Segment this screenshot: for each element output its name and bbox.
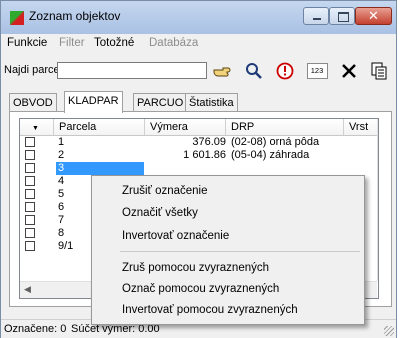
- tab-kladpar[interactable]: KLADPAR: [64, 91, 123, 113]
- numbering-button[interactable]: 123: [305, 60, 329, 82]
- vymera-cell: 1 601.86: [183, 149, 226, 161]
- menu-item-zrus-zvyraznenych[interactable]: Zruš pomocou zvyraznených: [122, 262, 269, 274]
- row-checkbox[interactable]: [25, 202, 35, 212]
- close-icon: ✕: [368, 8, 379, 23]
- vymera-cell: [147, 162, 226, 175]
- row-checkbox[interactable]: [25, 176, 35, 186]
- menu-totozne[interactable]: Totožné: [94, 37, 134, 49]
- drp-cell: (02-08) orná pôda: [231, 136, 320, 148]
- column-header-parcela[interactable]: Parcela: [54, 119, 145, 135]
- search-input[interactable]: [57, 62, 207, 79]
- table-row[interactable]: 2 1 601.86 (05-04) záhrada: [20, 149, 377, 162]
- info-button[interactable]: [273, 60, 297, 82]
- magnifier-icon: [246, 63, 262, 79]
- table-row-selected[interactable]: 3: [20, 162, 377, 175]
- menu-item-invertovat-zvyraznenych[interactable]: Invertovať pomocou zvyraznených: [122, 304, 298, 316]
- toolbar: Najdi parcelu: 123: [1, 53, 396, 89]
- row-checkbox[interactable]: [25, 137, 35, 147]
- menu-funkcie[interactable]: Funkcie: [7, 37, 47, 49]
- select-column-header[interactable]: ▼: [20, 119, 54, 135]
- info-icon: [276, 62, 294, 80]
- numbers-icon: 123: [306, 63, 328, 79]
- minimize-button[interactable]: [303, 7, 329, 25]
- row-checkbox[interactable]: [25, 241, 35, 251]
- vymera-cell: 376.09: [192, 136, 226, 148]
- menu-item-oznac-zvyraznenych[interactable]: Označ pomocou zvyraznených: [122, 283, 279, 295]
- menu-item-invertovat-oznacenie[interactable]: Invertovať označenie: [122, 230, 229, 242]
- menu-item-zrusit-oznacenie[interactable]: Zrušiť označenie: [122, 185, 208, 197]
- pointer-hand-button[interactable]: [210, 60, 234, 82]
- row-checkbox[interactable]: [25, 189, 35, 199]
- delete-button[interactable]: [337, 60, 361, 82]
- table-row[interactable]: 1 376.09 (02-08) orná pôda: [20, 136, 377, 149]
- column-header-drp[interactable]: DRP: [226, 119, 344, 135]
- tab-parcuo[interactable]: PARCUO: [133, 93, 188, 111]
- vertical-scrollbar[interactable]: ▲ ▼: [377, 119, 378, 281]
- row-checkbox[interactable]: [25, 150, 35, 160]
- copy-pages-icon: [371, 62, 387, 80]
- marked-count: Označene: 0: [4, 323, 67, 335]
- parcela-cell: 3: [56, 162, 144, 175]
- menu-databaza[interactable]: Databáza: [149, 37, 198, 49]
- maximize-icon: [338, 12, 349, 22]
- delete-x-icon: [342, 64, 356, 78]
- pointing-hand-icon: [213, 67, 231, 77]
- drp-cell: (05-04) záhrada: [231, 149, 310, 161]
- drp-cell: [231, 162, 341, 175]
- window-title: Zoznam objektov: [29, 9, 121, 23]
- parcela-cell: 1: [58, 136, 65, 148]
- minimize-icon: [313, 18, 321, 20]
- resize-grip-icon[interactable]: [384, 326, 394, 336]
- scroll-left-icon[interactable]: ◀: [24, 284, 31, 295]
- title-bar[interactable]: Zoznam objektov ✕: [1, 1, 396, 34]
- sort-down-icon: ▼: [32, 125, 39, 132]
- menu-item-oznacit-vsetky[interactable]: Označiť všetky: [122, 207, 198, 219]
- row-checkbox[interactable]: [25, 163, 35, 173]
- close-button[interactable]: ✕: [355, 7, 392, 25]
- menu-separator: [120, 251, 360, 252]
- tab-obvod[interactable]: OBVOD: [9, 93, 57, 111]
- menu-bar: Funkcie Filter Totožné Databáza: [1, 34, 396, 52]
- copy-button[interactable]: [367, 60, 391, 82]
- menu-filter[interactable]: Filter: [59, 37, 85, 49]
- maximize-button[interactable]: [329, 7, 355, 25]
- column-header-vrst[interactable]: Vrst: [344, 119, 377, 135]
- table-header: ▼ Parcela Výmera DRP Vrst: [20, 119, 377, 136]
- column-header-vymera[interactable]: Výmera: [145, 119, 226, 135]
- parcela-cell: 2: [58, 149, 65, 161]
- find-button[interactable]: [242, 60, 266, 82]
- row-checkbox[interactable]: [25, 215, 35, 225]
- row-checkbox[interactable]: [25, 228, 35, 238]
- app-icon: [10, 11, 24, 25]
- tab-statistika[interactable]: Štatistika: [185, 93, 238, 111]
- context-menu: Zrušiť označenie Označiť všetky Invertov…: [91, 175, 365, 325]
